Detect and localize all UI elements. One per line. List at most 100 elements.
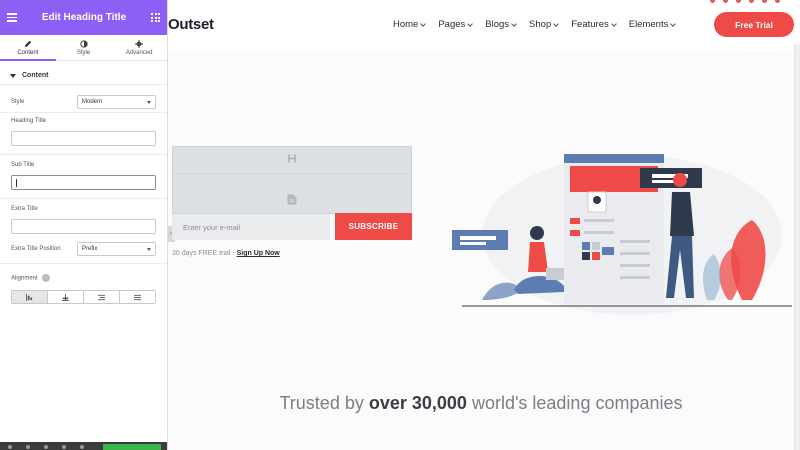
align-center-icon: [62, 293, 69, 301]
site-preview: Outset Home Pages Blogs Shop Features El…: [168, 0, 800, 450]
alignment-label: Alignment: [11, 274, 51, 282]
nav-item-home[interactable]: Home: [393, 19, 427, 30]
responsive-mode-icon[interactable]: [62, 445, 66, 449]
preview-icon[interactable]: [80, 445, 84, 449]
trusted-pre: Trusted by: [279, 393, 364, 413]
align-right-button[interactable]: [84, 291, 120, 303]
text-widget-placeholder[interactable]: [172, 174, 412, 214]
panel-tabs: Content Style Advanced: [0, 35, 167, 61]
select-arrow-icon: [147, 247, 151, 251]
nav-item-features[interactable]: Features: [571, 19, 617, 30]
chevron-down-icon: [670, 20, 677, 27]
sign-up-link[interactable]: Sign Up Now: [237, 250, 280, 257]
align-justify-icon: [134, 294, 141, 300]
free-trial-button[interactable]: Free Trial: [714, 12, 794, 37]
style-select[interactable]: Modern: [77, 95, 156, 109]
nav-label: Shop: [529, 19, 552, 30]
heading-title-input[interactable]: [11, 131, 156, 146]
alignment-control: [11, 290, 156, 304]
trial-note: 30 days FREE trial - Sign Up Now: [172, 250, 280, 257]
divider: [0, 112, 167, 113]
align-right-icon: [98, 294, 105, 300]
nav-label: Home: [393, 19, 419, 30]
social-icon[interactable]: [736, 0, 741, 3]
trial-note-text: 30 days FREE trial -: [172, 250, 235, 257]
caret-down-icon: [10, 73, 16, 78]
responsive-icon[interactable]: [42, 274, 51, 282]
tab-content-label: Content: [17, 49, 39, 56]
panel-header: Edit Heading Title: [0, 0, 167, 35]
nav-item-elements[interactable]: Elements: [628, 19, 677, 30]
panel-footer: [0, 442, 167, 450]
section-title: Content: [22, 72, 49, 79]
panel-title: Edit Heading Title: [41, 12, 127, 23]
extra-position-label: Extra Title Position: [11, 246, 61, 252]
social-icon[interactable]: [710, 0, 715, 3]
nav-item-shop[interactable]: Shop: [529, 19, 560, 30]
tab-style-label: Style: [76, 49, 91, 56]
social-icons: [710, 0, 780, 3]
publish-button[interactable]: [103, 444, 161, 450]
tab-content[interactable]: Content: [0, 35, 56, 61]
social-icon[interactable]: [749, 0, 754, 3]
style-select-value: Modern: [82, 99, 103, 105]
align-left-icon: [26, 293, 33, 301]
tab-advanced-label: Advanced: [125, 49, 153, 56]
heading-widget-icon: [287, 154, 297, 167]
divider: [0, 154, 167, 155]
widgets-grid-icon[interactable]: [151, 13, 160, 22]
pencil-icon: [24, 40, 32, 47]
select-arrow-icon: [147, 100, 151, 104]
nav-item-blogs[interactable]: Blogs: [485, 19, 517, 30]
sub-title-label: Sub Title: [11, 162, 35, 168]
heading-title-label: Heading Title: [11, 118, 47, 124]
section-content-toggle[interactable]: Content: [0, 67, 167, 85]
extra-position-value: Prefix: [82, 246, 98, 252]
divider: [0, 263, 167, 264]
email-input[interactable]: Enter your e-mail: [172, 214, 330, 240]
heading-widget-placeholder[interactable]: [172, 146, 412, 174]
nav-label: Elements: [628, 19, 669, 30]
tab-style[interactable]: Style: [56, 35, 112, 60]
align-justify-button[interactable]: [120, 291, 155, 303]
trusted-post: world's leading companies: [471, 393, 683, 413]
site-header: Outset Home Pages Blogs Shop Features El…: [168, 0, 800, 50]
trusted-banner: Trusted by over 30,000 world's leading c…: [168, 393, 794, 414]
extra-title-label: Extra Title: [11, 206, 38, 212]
history-icon[interactable]: [44, 445, 48, 449]
chevron-down-icon: [610, 20, 617, 27]
chevron-down-icon: [511, 20, 517, 27]
site-logo[interactable]: Outset: [168, 16, 214, 33]
alignment-label-text: Alignment: [11, 275, 38, 282]
nav-item-pages[interactable]: Pages: [438, 19, 474, 30]
chevron-down-icon: [420, 20, 427, 27]
extra-position-select[interactable]: Prefix: [77, 242, 156, 256]
text-editor-icon: [287, 194, 297, 208]
chevron-down-icon: [467, 20, 474, 27]
screen: Edit Heading Title Content Style Advance…: [0, 0, 800, 450]
main-nav: Home Pages Blogs Shop Features Elements: [393, 19, 677, 30]
subscribe-button[interactable]: SUBSCRIBE: [335, 213, 412, 240]
nav-label: Blogs: [485, 19, 510, 30]
tab-advanced[interactable]: Advanced: [111, 35, 167, 60]
style-label: Style: [11, 99, 25, 105]
nav-label: Pages: [438, 19, 466, 30]
social-icon[interactable]: [723, 0, 728, 3]
trusted-bold: over 30,000: [368, 393, 467, 413]
text-caret: [16, 179, 17, 187]
editor-panel: Edit Heading Title Content Style Advance…: [0, 0, 168, 450]
sub-title-input[interactable]: [11, 175, 156, 190]
social-icon[interactable]: [762, 0, 767, 3]
align-left-button[interactable]: [12, 291, 48, 303]
menu-icon[interactable]: [7, 13, 17, 22]
settings-icon[interactable]: [8, 445, 12, 449]
extra-title-input[interactable]: [11, 219, 156, 234]
gear-icon: [135, 39, 144, 48]
hero-illustration: [452, 154, 792, 315]
navigator-icon[interactable]: [26, 445, 30, 449]
nav-label: Features: [571, 19, 609, 30]
social-icon[interactable]: [775, 0, 780, 3]
preview-scrollbar[interactable]: [794, 44, 800, 450]
align-center-button[interactable]: [48, 291, 84, 303]
chevron-down-icon: [553, 20, 560, 27]
